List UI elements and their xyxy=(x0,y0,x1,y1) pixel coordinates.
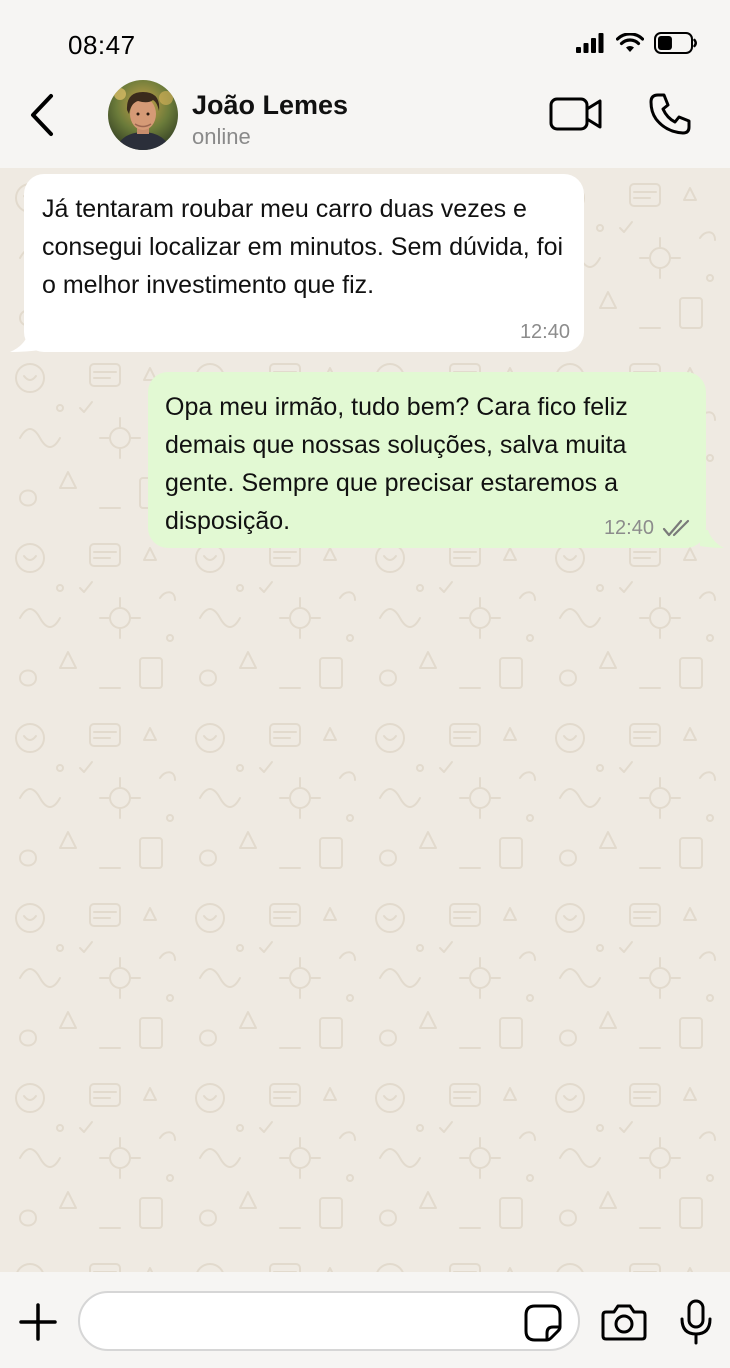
back-button[interactable] xyxy=(22,92,62,138)
video-camera-icon xyxy=(549,97,602,131)
sticker-icon xyxy=(524,1304,562,1342)
microphone-icon xyxy=(680,1299,712,1345)
avatar[interactable] xyxy=(108,80,178,150)
message-time: 12:40 xyxy=(519,321,570,343)
contact-name[interactable]: João Lemes xyxy=(192,90,348,121)
message-time: 12:40 xyxy=(603,517,654,539)
sticker-button[interactable] xyxy=(522,1302,564,1344)
chat-area[interactable]: Já tentaram roubar meu carro duas vezes … xyxy=(0,168,730,1272)
contact-status: online xyxy=(192,124,251,149)
outgoing-message[interactable]: Opa meu irmão, tudo bem? Cara fico feliz… xyxy=(148,372,706,548)
camera-icon xyxy=(601,1304,647,1341)
status-icons xyxy=(576,32,698,59)
signal-icon xyxy=(576,33,606,58)
battery-icon xyxy=(654,32,698,59)
wifi-icon xyxy=(615,32,645,58)
camera-button[interactable] xyxy=(600,1300,648,1344)
phone-icon xyxy=(649,93,691,135)
composer-bar xyxy=(0,1272,730,1368)
status-bar: 08:47 xyxy=(0,0,730,78)
video-call-button[interactable] xyxy=(548,92,604,136)
chevron-left-icon xyxy=(31,94,53,136)
double-check-icon xyxy=(662,519,690,537)
status-time: 08:47 xyxy=(68,30,136,60)
chat-header: João Lemes online xyxy=(0,78,730,168)
attach-button[interactable] xyxy=(16,1300,60,1344)
voice-call-button[interactable] xyxy=(646,90,694,138)
microphone-button[interactable] xyxy=(676,1298,716,1346)
message-text: Já tentaram roubar meu carro duas vezes … xyxy=(42,195,564,299)
plus-icon xyxy=(19,1303,57,1341)
message-input[interactable] xyxy=(78,1291,580,1351)
message-text: Opa meu irmão, tudo bem? Cara fico feliz… xyxy=(165,393,628,535)
incoming-message[interactable]: Já tentaram roubar meu carro duas vezes … xyxy=(24,174,584,352)
